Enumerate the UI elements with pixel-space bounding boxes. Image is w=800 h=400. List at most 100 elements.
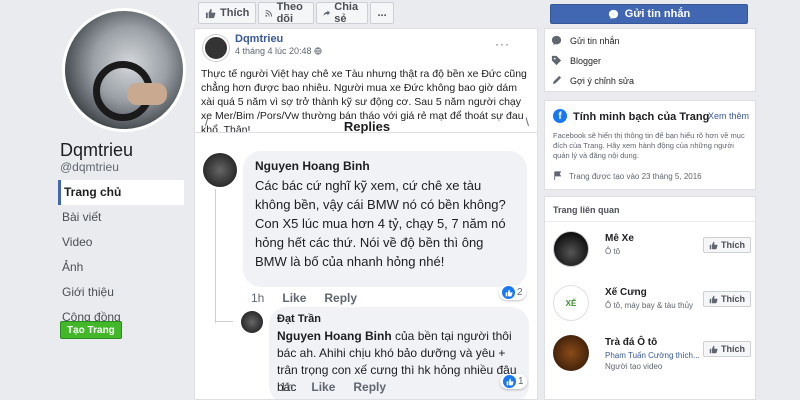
post-author-name[interactable]: Dqmtrieu [235,33,283,45]
like-related-page-button[interactable]: Thích [703,291,751,307]
comment-like-link[interactable]: Like [282,291,306,305]
transparency-title: Tính minh bạch của Trang [573,111,710,123]
send-message-label: Gửi tin nhắn [624,8,691,20]
page-profile-photo[interactable] [62,8,186,132]
thumbs-up-icon [709,295,718,303]
comment-avatar[interactable] [203,153,237,187]
like-page-button[interactable]: Thích [198,2,257,24]
share-arrow-icon [323,9,330,16]
like-related-label: Thích [721,294,745,304]
related-pages-card: Trang liên quan Mê Xe Ô tô Thích XẾ Xế C… [544,196,756,400]
flag-icon [554,171,562,181]
facebook-icon: f [553,109,567,123]
related-page-item: Mê Xe Ô tô Thích [553,231,753,271]
page-nav: Trang chủ Bài viết Video Ảnh Giới thiệu … [58,180,184,330]
replies-title: Replies [343,119,391,134]
info-send-message[interactable]: Gửi tin nhắn [551,35,620,46]
related-page-logo[interactable] [553,231,589,267]
related-pages-title: Trang liên quan [553,205,620,215]
thread-line [215,189,216,323]
page-info-card: Gửi tin nhắn Blogger Gợi ý chỉnh sửa [544,28,756,92]
comment-reply-link[interactable]: Reply [324,291,357,305]
thumbs-up-icon [709,345,718,353]
post-card: Dqmtrieu 4 tháng 4 lúc 20:48 ··· Thực tế… [194,28,538,400]
page-created-text: Trang được tạo vào 23 tháng 5, 2016 [569,171,702,181]
like-label: Thích [220,7,250,19]
nav-item-posts[interactable]: Bài viết [58,205,184,230]
globe-icon [314,47,322,55]
reply-reply-link[interactable]: Reply [353,380,386,394]
like-related-page-button[interactable]: Thích [703,341,751,357]
reply-author[interactable]: Đạt Trần [277,313,521,325]
thread-connector [215,321,233,322]
comment-actions: 1h Like Reply [251,291,357,305]
divider [545,221,755,222]
related-page-liked-by[interactable]: Phạm Tuấn Cường thích... [605,351,700,360]
comment-time[interactable]: 1h [251,291,264,305]
nav-item-home[interactable]: Trang chủ [58,180,184,205]
mention-link[interactable]: Nguyen Hoang Binh [277,329,392,343]
like-reaction-icon [503,375,516,388]
related-page-category: Ô tô, máy bay & tàu thủy [605,301,694,310]
related-page-item: XẾ Xế Cưng Ô tô, máy bay & tàu thủy Thíc… [553,285,753,325]
nav-item-photos[interactable]: Ảnh [58,255,184,280]
related-page-category: Người tạo video [605,362,663,371]
info-suggest-edit-label: Gợi ý chỉnh sửa [570,75,634,86]
replies-header: / Replies \ [195,115,537,134]
related-page-item: Trà đá Ô tô Phạm Tuấn Cường thích... Ngư… [553,335,753,375]
transparency-text: Facebook sẽ hiển thị thông tin để bạn hi… [553,131,745,160]
post-timestamp[interactable]: 4 tháng 4 lúc 20:48 [235,46,322,56]
page-action-bar: Thích Theo dõi Chia sẻ ... [198,1,394,26]
like-related-page-button[interactable]: Thích [703,237,751,253]
thumbs-up-icon [205,8,216,18]
info-send-message-label: Gửi tin nhắn [570,35,620,46]
reply-time[interactable]: 1h [280,380,293,394]
pencil-icon [552,75,562,85]
page-created-info: Trang được tạo vào 23 tháng 5, 2016 [553,171,702,181]
post-author-avatar[interactable] [203,35,229,61]
comment-author[interactable]: Nguyen Hoang Binh [255,159,515,173]
page-transparency-card: f Tính minh bạch của Trang Xem thêm Face… [544,100,756,190]
related-page-logo[interactable] [553,335,589,371]
info-category-label: Blogger [570,55,602,66]
messenger-icon [551,35,562,46]
tag-icon [551,55,562,66]
post-options-icon[interactable]: ··· [495,37,510,51]
follow-page-button[interactable]: Theo dõi [258,1,314,25]
reply-actions: 1h Like Reply [280,380,386,394]
related-page-name[interactable]: Xế Cưng [605,287,647,298]
reaction-count: 2 [517,287,523,298]
nav-item-about[interactable]: Giới thiệu [58,280,184,305]
chevron-left-icon[interactable]: / [205,115,208,129]
rss-icon [265,9,273,17]
comment-text: Các bác cứ nghĩ kỹ xem, cứ chê xe tàu kh… [255,178,506,269]
related-page-name[interactable]: Trà đá Ô tô [605,337,657,348]
messenger-icon [608,9,618,19]
related-page-name[interactable]: Mê Xe [605,233,634,244]
share-page-button[interactable]: Chia sẻ [315,1,369,25]
see-more-link[interactable]: Xem thêm [708,111,749,121]
send-message-button[interactable]: Gửi tin nhắn [550,4,748,24]
chevron-right-icon[interactable]: \ [526,115,529,129]
page-name[interactable]: Dqmtrieu [60,140,133,161]
comment-bubble: Nguyen Hoang Binh Các bác cứ nghĩ kỹ xem… [243,151,527,287]
nav-item-videos[interactable]: Video [58,230,184,255]
create-page-button[interactable]: Tạo Trang [60,321,122,339]
page-sidebar: Dqmtrieu @dqmtrieu Trang chủ Bài viết Vi… [0,0,192,400]
reply-reactions[interactable]: 1 [500,374,527,389]
reply-avatar[interactable] [241,311,263,333]
post-timestamp-text: 4 tháng 4 lúc 20:48 [235,46,312,56]
related-page-category: Ô tô [605,247,621,256]
more-options-button[interactable]: ... [370,2,394,24]
like-related-label: Thích [721,344,745,354]
info-suggest-edit[interactable]: Gợi ý chỉnh sửa [551,75,634,86]
reply-like-link[interactable]: Like [311,380,335,394]
share-label: Chia sẻ [334,1,359,25]
related-page-logo[interactable]: XẾ [553,285,589,321]
comment-reactions[interactable]: 2 [499,285,526,300]
info-category[interactable]: Blogger [551,55,601,66]
page-handle[interactable]: @dqmtrieu [60,160,119,174]
hand-graphic [127,83,167,105]
like-reaction-icon [502,286,515,299]
follow-label: Theo dõi [276,1,303,25]
